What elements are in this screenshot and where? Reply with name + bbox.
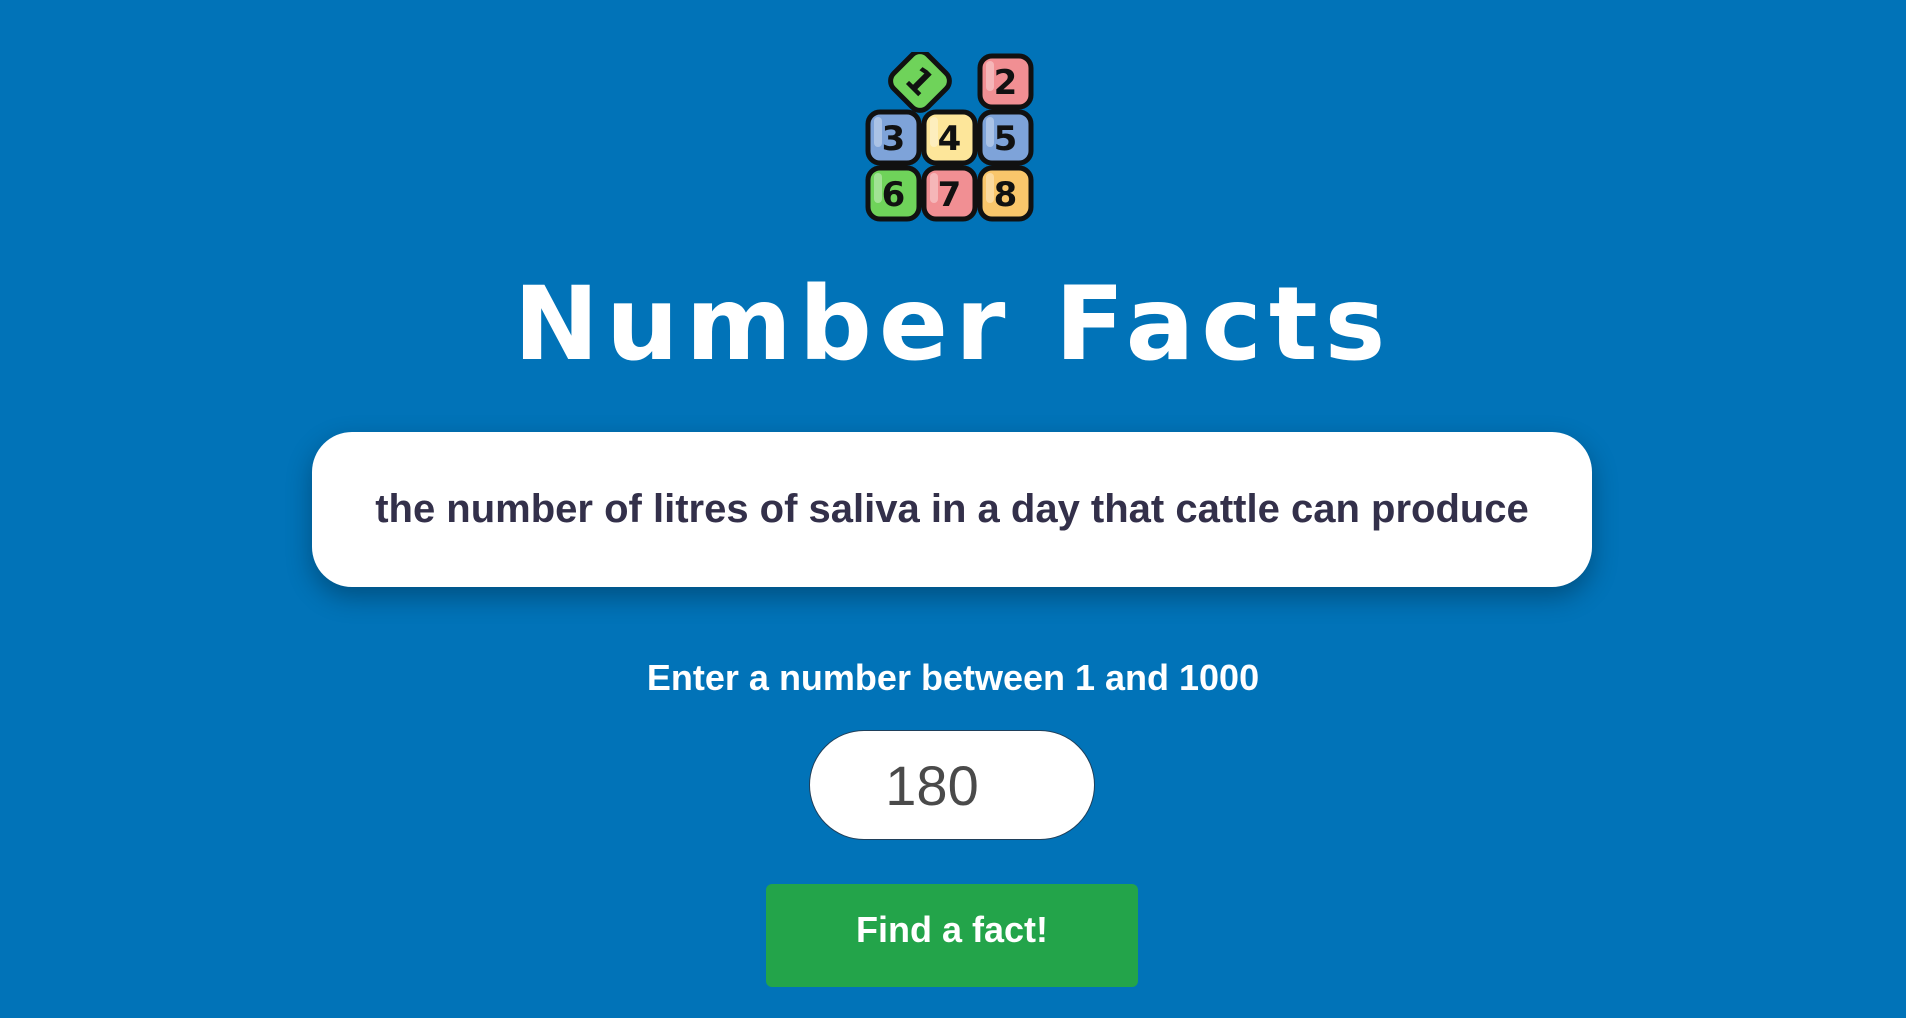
svg-text:7: 7	[938, 175, 962, 215]
fact-text: the number of litres of saliva in a day …	[375, 487, 1529, 531]
fact-card: the number of litres of saliva in a day …	[312, 432, 1592, 587]
svg-text:2: 2	[994, 63, 1018, 103]
page-title: Number Facts	[513, 265, 1393, 384]
find-fact-button[interactable]: Find a fact!	[766, 884, 1138, 987]
svg-text:8: 8	[994, 175, 1018, 215]
number-blocks-icon: 2 3 4 5 6 7 8 1	[864, 49, 1040, 228]
number-prompt-label: Enter a number between 1 and 1000	[646, 657, 1260, 698]
number-input[interactable]	[809, 730, 1095, 840]
svg-text:3: 3	[882, 119, 906, 159]
svg-text:6: 6	[882, 175, 906, 215]
svg-text:4: 4	[938, 119, 962, 159]
svg-text:5: 5	[994, 119, 1018, 159]
